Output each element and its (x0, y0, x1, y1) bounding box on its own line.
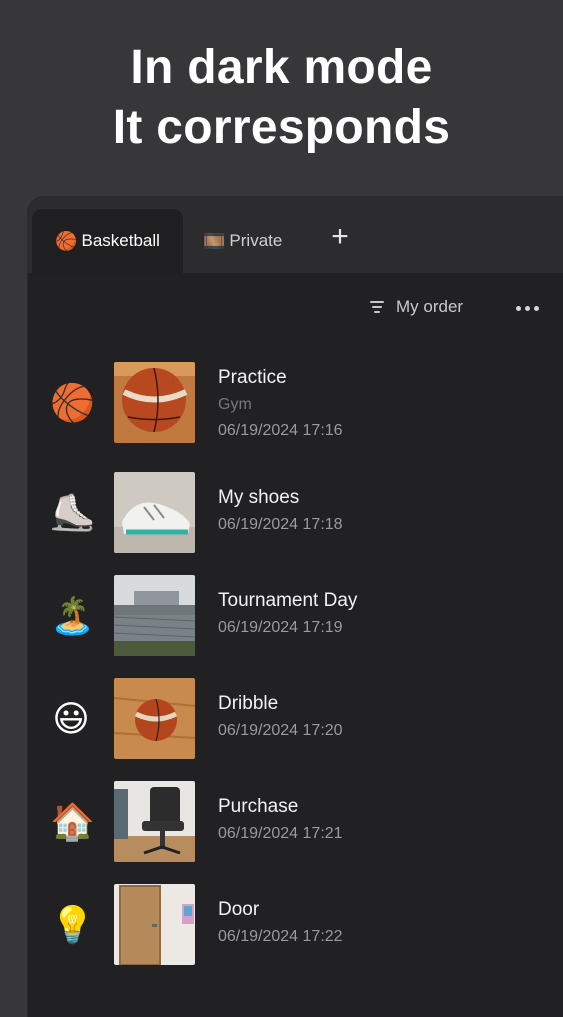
more-options-icon[interactable] (516, 297, 539, 319)
thumbnail-image (114, 472, 195, 553)
headline-line-2: It corresponds (112, 101, 451, 154)
basketball-icon: 🏀 (50, 382, 95, 423)
add-tab-button[interactable]: + (326, 222, 354, 252)
thumbnail-image (114, 678, 195, 759)
tab-bar: 🏀 Basketball 🎞️ Private + (28, 197, 563, 273)
item-title: Tournament Day (218, 590, 358, 611)
list-item[interactable]: 🏀 Practice Gym 06/19/2024 17:16 (28, 362, 563, 444)
thumbnail-image (114, 781, 195, 862)
item-title: Purchase (218, 796, 299, 817)
tab-private[interactable]: 🎞️ Private (203, 209, 282, 273)
item-title: Dribble (218, 693, 279, 714)
item-date: 06/19/2024 17:16 (218, 422, 343, 439)
item-title: Practice (218, 367, 287, 388)
item-date: 06/19/2024 17:18 (218, 516, 343, 533)
tab-label: Basketball (81, 231, 160, 250)
filter-icon (370, 301, 384, 313)
item-date: 06/19/2024 17:19 (218, 619, 343, 636)
basketball-icon: 🏀 (55, 230, 78, 251)
sort-order-button[interactable]: My order (370, 297, 463, 317)
sort-label: My order (396, 297, 464, 316)
item-title: Door (218, 899, 260, 920)
desert-island-icon: 🏝️ (50, 595, 95, 636)
item-date: 06/19/2024 17:20 (218, 722, 343, 739)
item-title: My shoes (218, 487, 300, 508)
item-date: 06/19/2024 17:21 (218, 825, 343, 842)
list-item[interactable]: 💡 Door 06/19/2024 17:22 (28, 884, 563, 966)
item-subtitle: Gym (218, 396, 252, 413)
list-item[interactable]: 🏠 Purchase 06/19/2024 17:21 (28, 781, 563, 863)
thumbnail-image (114, 575, 195, 656)
item-date: 06/19/2024 17:22 (218, 928, 343, 945)
smiling-face-icon: 😃 (52, 698, 90, 739)
thumbnail-image (114, 362, 195, 443)
list-item[interactable]: ⛸️ My shoes 06/19/2024 17:18 (28, 472, 563, 554)
headline-line-1: In dark mode (130, 41, 433, 94)
light-bulb-icon: 💡 (50, 904, 95, 945)
app-panel: 🏀 Basketball 🎞️ Private + My order 🏀 Pra… (28, 197, 563, 1017)
tab-basketball[interactable]: 🏀 Basketball (32, 209, 183, 273)
house-icon: 🏠 (50, 801, 95, 842)
film-frames-icon: 🎞️ (203, 230, 226, 251)
ice-skate-icon: ⛸️ (50, 492, 95, 533)
list-item[interactable]: 🏝️ Tournament Day 06/19/2024 17:19 (28, 575, 563, 657)
promo-headline: In dark mode It corresponds (0, 38, 563, 158)
list-item[interactable]: 😃 Dribble 06/19/2024 17:20 (28, 678, 563, 760)
thumbnail-image (114, 884, 195, 965)
tab-label: Private (229, 231, 283, 250)
